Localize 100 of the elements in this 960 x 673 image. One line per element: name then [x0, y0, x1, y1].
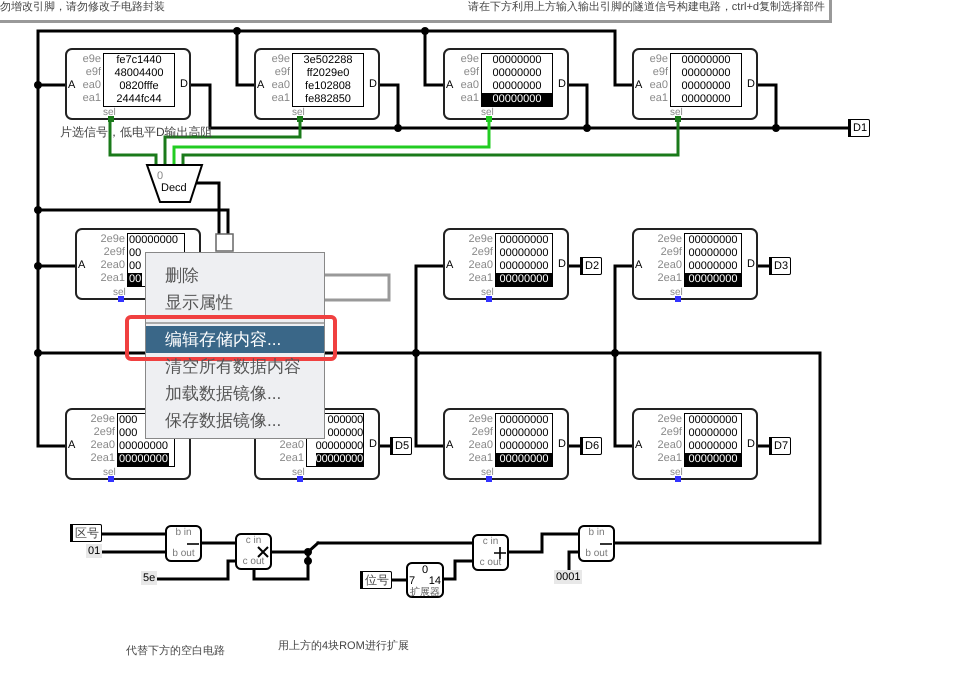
port-label: b out: [172, 548, 195, 560]
junction-dot: [611, 349, 619, 357]
address-label: e9e: [650, 53, 668, 65]
memory-value: fe882850: [304, 93, 352, 106]
memory-value: 000000: [327, 427, 363, 440]
menu-item[interactable]: 清空所有数据内容: [146, 353, 324, 380]
address-label: ea1: [272, 92, 290, 104]
address-label: ea1: [460, 92, 479, 104]
pin-label: D: [180, 78, 188, 90]
pin-label: sel: [113, 287, 126, 298]
pin-label: D: [369, 438, 377, 450]
pin-label: A: [446, 439, 454, 451]
tunnel-label: 区号: [70, 524, 102, 542]
constant-value: 0001: [554, 570, 582, 584]
memory-value: 00: [128, 260, 142, 273]
pin-label: sel: [481, 287, 494, 298]
memory-value: 00000000: [498, 247, 550, 260]
memory-value: 00000000: [316, 453, 363, 466]
memory-value: 000: [118, 427, 138, 440]
address-label: 2ea0: [658, 259, 682, 271]
memory-value: 00000000: [680, 93, 732, 106]
menu-item[interactable]: 加载数据镜像...: [146, 380, 324, 407]
address-label: 2e9e: [90, 413, 115, 425]
tunnel-label: 位号: [360, 571, 392, 589]
menu-item[interactable]: 编辑存储内容...: [146, 326, 324, 353]
port-label: b out: [585, 548, 608, 560]
address-label: e9f: [464, 66, 479, 78]
junction-dot: [772, 124, 780, 132]
decoder-label: Decd: [161, 182, 187, 194]
memory-value: 3e502288: [302, 54, 354, 67]
memory-value: 00000000: [118, 453, 169, 466]
address-label: 2ea1: [280, 452, 304, 464]
memory-value: 00000000: [688, 234, 738, 247]
address-label: 2ea1: [468, 452, 493, 464]
junction-dot: [412, 349, 420, 357]
pin-label: A: [635, 79, 642, 91]
pin-label: sel: [670, 107, 683, 118]
rom-component[interactable]: A e9e e9f ea0 ea1 3e502288 ff2029e0 fe102808 fe882850 D sel: [254, 48, 380, 120]
decoder-body: [146, 164, 204, 203]
memory-value: 00000000: [680, 67, 732, 80]
rom-component[interactable]: A e9e e9f ea0 ea1 00000000 00000000 00000000 00000000 D sel: [632, 48, 758, 120]
arithmetic-component[interactable]: b in b out: [165, 525, 202, 562]
bit-extender[interactable]: 0 7 14 扩展器: [406, 562, 444, 598]
address-label: e9f: [86, 66, 101, 78]
address-label: 2ea0: [468, 439, 493, 451]
wire: [200, 542, 236, 544]
chip-select-note: 片选信号，低电平D输出高阻: [60, 124, 213, 141]
junction-dot: [34, 262, 42, 270]
address-label: 2ea1: [658, 272, 682, 284]
address-label: e9e: [82, 53, 101, 65]
wire: [756, 444, 770, 448]
address-label: 2e9e: [468, 413, 493, 425]
arithmetic-component[interactable]: c in c out: [235, 533, 272, 570]
pin-label: A: [68, 79, 76, 91]
pin-label: D: [747, 78, 755, 90]
wire: [568, 264, 582, 268]
tunnel-label: D7: [769, 437, 792, 455]
junction-dot: [421, 27, 429, 35]
arithmetic-component[interactable]: b in b out: [578, 525, 615, 562]
memory-value: 000000: [327, 414, 363, 427]
address-label: e9e: [272, 53, 290, 65]
rom-component[interactable]: A 2e9e 2e9f 2ea0 2ea1 00000000 00000000 00000000 00000000 D sel: [443, 408, 569, 480]
multiply-icon: [257, 546, 269, 558]
rom-component[interactable]: A e9e e9f ea0 ea1 00000000 00000000 00000000 00000000 D sel: [443, 48, 569, 120]
memory-value: 00000000: [498, 440, 550, 453]
rom-component[interactable]: A 2e9e 2e9f 2ea0 2ea1 00000000 00000000 00000000 00000000 D sel: [632, 228, 758, 300]
component-label: 扩展器: [410, 587, 440, 598]
rom-component[interactable]: A 2e9e 2e9f 2ea0 2ea1 00000000 00000000 00000000 00000000 D sel: [632, 408, 758, 480]
arithmetic-component[interactable]: c in c out: [472, 534, 509, 571]
address-label: 2e9f: [104, 246, 125, 258]
junction-dot: [233, 27, 241, 35]
junction-dot: [583, 124, 591, 132]
address-label: e9e: [460, 53, 479, 65]
wire: [568, 444, 582, 448]
rom-component[interactable]: A 2e9e 2e9f 2ea0 2ea1 00000000 00000000 00000000 00000000 D sel: [443, 228, 569, 300]
address-label: e9f: [274, 66, 290, 78]
wire: [378, 444, 392, 448]
memory-value: 00000000: [492, 80, 542, 93]
address-label: 2e9e: [100, 233, 125, 245]
memory-value: 48004400: [114, 67, 164, 80]
memory-value: 00000000: [498, 234, 550, 247]
memory-value: 00000000: [680, 54, 732, 67]
pin-label: sel: [103, 107, 116, 118]
memory-value: ff2029e0: [306, 67, 350, 80]
memory-value: 00000000: [118, 440, 169, 453]
address-label: 2ea0: [90, 439, 115, 451]
address-label: 2ea1: [468, 272, 493, 284]
pin-label: D: [558, 78, 566, 90]
pin-label: D: [747, 438, 755, 450]
memory-value: 00000000: [688, 414, 738, 427]
tunnel-marker-icon: [215, 233, 234, 252]
pin-label: A: [446, 79, 454, 91]
wire: [756, 264, 770, 268]
address-label: 2e9e: [658, 233, 682, 245]
circuit-note: 代替下方的空白电路: [126, 644, 225, 658]
memory-value: 00000000: [498, 414, 550, 427]
rom-component[interactable]: A e9e e9f ea0 ea1 fe7c1440 48004400 0820fffe 2444fc44 D sel: [65, 48, 191, 120]
pin-label: sel: [292, 107, 305, 118]
pin-label: A: [257, 79, 264, 91]
pin-label: sel: [481, 107, 494, 118]
